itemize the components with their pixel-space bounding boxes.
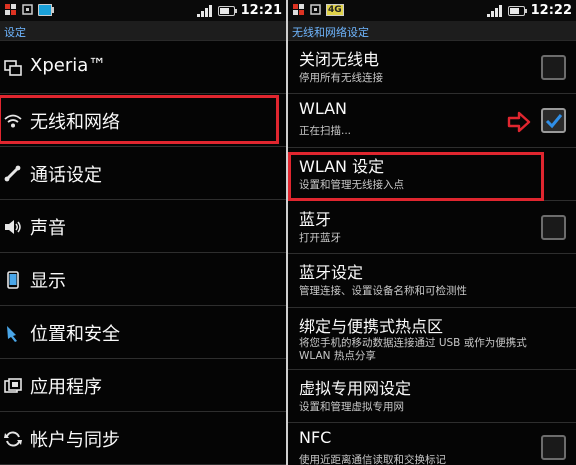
apps-icon xyxy=(4,378,22,393)
settings-item-applications[interactable]: 应用程序 xyxy=(0,359,286,412)
setting-nfc[interactable]: NFC 使用近距离通信读取和交换标记 xyxy=(288,423,576,465)
setting-subtitle: 管理连接、设置设备名称和可检测性 xyxy=(299,285,467,297)
setting-title: 蓝牙设定 xyxy=(299,263,364,282)
setting-tethering-hotspot[interactable]: 绑定与便携式热点区 将您手机的移动数据连接通过 USB 或作为便携式 WLAN … xyxy=(288,308,576,370)
setting-title: WLAN xyxy=(299,99,348,118)
location-security-icon xyxy=(7,326,17,342)
phone-icon xyxy=(4,165,21,182)
speaker-icon xyxy=(5,220,21,234)
screen-title-bar: 设定 xyxy=(0,21,286,41)
airplane-mode-checkbox[interactable] xyxy=(541,55,566,80)
settings-screen: 12:21 设定 Xperia™ 无线和网络 通话设定 声音 显示 位置和安全 … xyxy=(0,0,286,465)
highlight-box-wireless xyxy=(0,95,279,144)
screen-title: 无线和网络设定 xyxy=(292,26,369,39)
settings-item-sound[interactable]: 声音 xyxy=(0,200,286,253)
setting-subtitle: 正在扫描... xyxy=(299,125,352,137)
battery-badge: 4G xyxy=(328,4,342,15)
usb-icon xyxy=(22,4,33,15)
settings-item-call[interactable]: 通话设定 xyxy=(0,147,286,200)
setting-title: NFC xyxy=(299,428,332,447)
battery-icon xyxy=(217,5,237,16)
wlan-checkbox[interactable] xyxy=(541,108,566,133)
setting-title: 虚拟专用网设定 xyxy=(299,379,412,398)
setting-title: 绑定与便携式热点区 xyxy=(299,317,444,336)
usb-icon xyxy=(310,4,321,15)
settings-item-label: 通话设定 xyxy=(30,165,102,186)
setting-subtitle: 将您手机的移动数据连接通过 USB 或作为便携式 xyxy=(299,337,527,349)
settings-item-xperia[interactable]: Xperia™ xyxy=(0,41,286,94)
setting-vpn[interactable]: 虚拟专用网设定 设置和管理虚拟专用网 xyxy=(288,370,576,423)
settings-item-accounts-sync[interactable]: 帐户与同步 xyxy=(0,412,286,465)
settings-item-label: 显示 xyxy=(30,271,66,292)
settings-item-display[interactable]: 显示 xyxy=(0,253,286,306)
signal-icon xyxy=(196,4,212,17)
settings-item-label: 帐户与同步 xyxy=(30,430,120,451)
setting-title: 蓝牙 xyxy=(299,210,332,229)
highlight-box-wlan-settings xyxy=(288,152,544,201)
status-time: 12:22 xyxy=(530,3,572,18)
battery-charging-icon xyxy=(38,3,54,16)
notification-icons xyxy=(4,3,54,16)
status-bar: 4G 12:22 xyxy=(288,0,576,21)
check-icon xyxy=(545,114,563,129)
setting-airplane-mode[interactable]: 关闭无线电 停用所有无线连接 xyxy=(288,41,576,94)
status-bar: 12:21 xyxy=(0,0,286,21)
setting-subtitle: 停用所有无线连接 xyxy=(299,72,383,84)
setting-subtitle: 设置和管理虚拟专用网 xyxy=(299,401,404,413)
notification-icons: 4G xyxy=(292,3,344,16)
nfc-checkbox[interactable] xyxy=(541,435,566,460)
battery-charging-icon: 4G xyxy=(326,3,344,16)
status-time: 12:21 xyxy=(240,3,282,18)
settings-item-label: 应用程序 xyxy=(30,377,102,398)
screen-title: 设定 xyxy=(4,26,26,39)
monitor-icon xyxy=(4,60,22,76)
bluetooth-checkbox[interactable] xyxy=(541,215,566,240)
battery-icon xyxy=(507,5,527,16)
settings-item-label: Xperia™ xyxy=(30,55,107,76)
screen-title-bar: 无线和网络设定 xyxy=(288,21,576,41)
setting-subtitle: 使用近距离通信读取和交换标记 xyxy=(299,454,446,465)
notification-icon xyxy=(293,4,304,15)
signal-icon xyxy=(486,4,502,17)
settings-item-location-security[interactable]: 位置和安全 xyxy=(0,306,286,359)
setting-subtitle: 打开蓝牙 xyxy=(299,232,341,244)
setting-bluetooth-settings[interactable]: 蓝牙设定 管理连接、设置设备名称和可检测性 xyxy=(288,254,576,308)
status-indicators: 12:21 xyxy=(196,1,282,20)
settings-item-label: 位置和安全 xyxy=(30,324,120,345)
wireless-settings-screen: 4G 12:22 无线和网络设定 关闭无线电 停用所有无线连接 WLAN 正在扫… xyxy=(286,0,576,465)
settings-item-label: 声音 xyxy=(30,218,66,239)
setting-subtitle: WLAN 热点分享 xyxy=(299,350,376,362)
setting-bluetooth[interactable]: 蓝牙 打开蓝牙 xyxy=(288,201,576,254)
arrow-right-icon xyxy=(507,111,531,133)
display-icon xyxy=(7,271,19,289)
setting-title: 关闭无线电 xyxy=(299,50,380,69)
screenshot: 12:21 设定 Xperia™ 无线和网络 通话设定 声音 显示 位置和安全 … xyxy=(0,0,576,465)
sync-icon xyxy=(4,431,22,447)
notification-icon xyxy=(5,4,16,15)
setting-wlan[interactable]: WLAN 正在扫描... xyxy=(288,94,576,148)
status-indicators: 12:22 xyxy=(486,1,572,20)
